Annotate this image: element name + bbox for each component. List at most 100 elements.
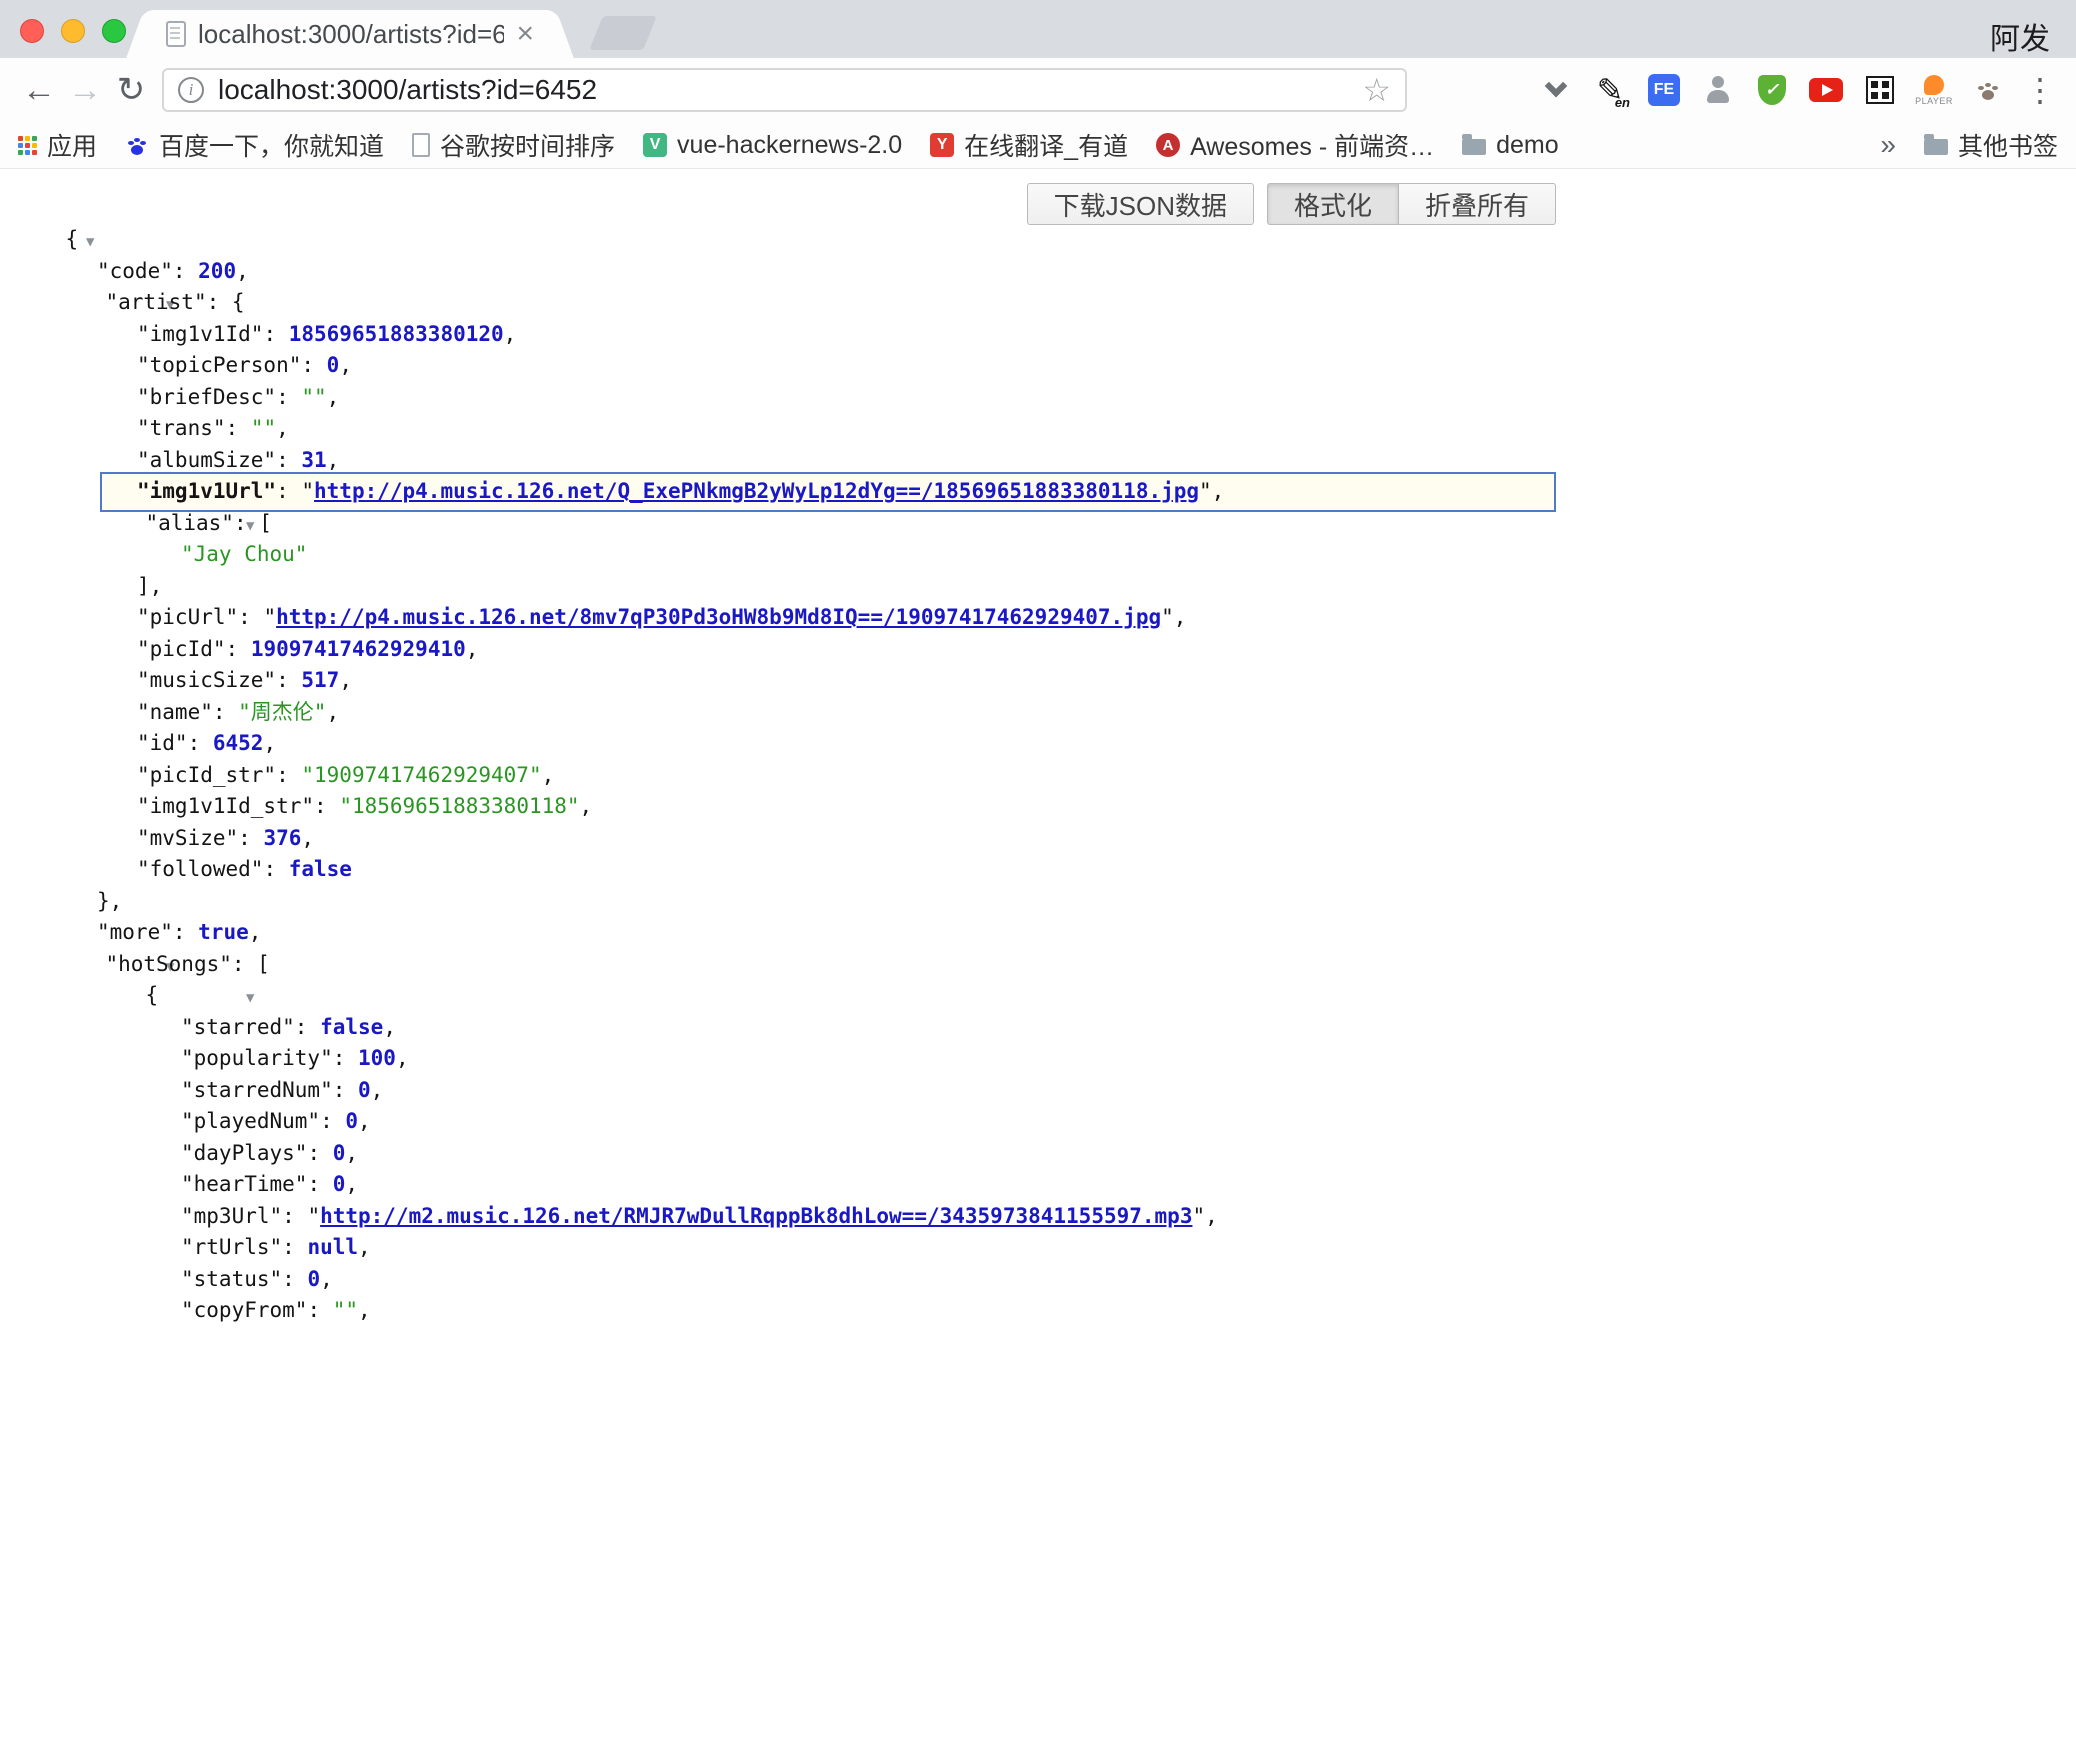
json-key: "hotSongs" (105, 952, 231, 976)
json-key: "albumSize" (137, 448, 276, 472)
json-token: : (282, 1235, 307, 1259)
bookmark-google-sort[interactable]: 谷歌按时间排序 (412, 127, 615, 163)
profile-name[interactable]: 阿发 (1990, 14, 2050, 58)
json-key: "rtUrls" (181, 1235, 282, 1259)
window-minimize-button[interactable] (61, 19, 85, 43)
url-text: localhost:3000/artists?id=6452 (218, 74, 597, 106)
json-line: "starred": false, (0, 1012, 2076, 1044)
extension-icons: en FE PLAYER (1536, 70, 2008, 110)
qr-code-extension-icon[interactable] (1860, 70, 1900, 110)
window-close-button[interactable] (20, 19, 44, 43)
page-info-icon[interactable] (178, 77, 204, 103)
json-token: 0 (333, 1172, 346, 1196)
json-key: "img1v1Id" (137, 322, 263, 346)
json-url-link[interactable]: http://m2.music.126.net/RMJR7wDullRqppBk… (320, 1204, 1192, 1228)
json-token: true (198, 920, 249, 944)
forward-button[interactable] (62, 71, 108, 110)
json-key: "img1v1Url" (137, 479, 276, 503)
format-button[interactable]: 格式化 (1267, 183, 1399, 225)
bookmark-awesomes[interactable]: A Awesomes - 前端资… (1156, 127, 1434, 163)
json-token: , (466, 637, 479, 661)
json-url-link[interactable]: http://p4.music.126.net/Q_ExePNkmgB2yWyL… (314, 479, 1199, 503)
json-line: "img1v1Id_str": "18569651883380118", (0, 791, 2076, 823)
json-key: "mp3Url" (181, 1204, 282, 1228)
json-token: : (301, 353, 326, 377)
shield-extension-icon[interactable] (1752, 70, 1792, 110)
bookmark-demo-folder[interactable]: demo (1462, 131, 1559, 160)
json-token: , (236, 259, 249, 283)
page-favicon-icon (166, 21, 186, 47)
collapse-toggle-icon[interactable]: ▼ (86, 234, 94, 250)
tab-close-icon[interactable] (516, 19, 534, 49)
collapse-all-button[interactable]: 折叠所有 (1399, 183, 1556, 225)
json-key: "code" (97, 259, 173, 283)
bookmark-label: 百度一下，你就知道 (159, 127, 384, 163)
json-token: , (327, 385, 340, 409)
collapse-toggle-icon[interactable]: ▼ (246, 990, 254, 1006)
json-token: ", (1199, 479, 1224, 503)
json-token: 0 (307, 1267, 320, 1291)
browser-toolbar: localhost:3000/artists?id=6452 en FE PLA… (0, 58, 2076, 122)
json-key: "musicSize" (137, 668, 276, 692)
json-line: }, (0, 886, 2076, 918)
json-line: "trans": "", (0, 413, 2076, 445)
json-token: : (276, 448, 301, 472)
new-tab-button[interactable] (589, 16, 657, 50)
reload-button[interactable] (108, 70, 154, 110)
bookmark-star-icon[interactable] (1362, 71, 1391, 109)
json-token: : { (207, 290, 245, 314)
chevron-extension-icon[interactable] (1536, 70, 1576, 110)
json-token: : (307, 1141, 332, 1165)
json-line: "status": 0, (0, 1264, 2076, 1296)
baidu-paw-icon (125, 133, 149, 157)
json-url-link[interactable]: http://p4.music.126.net/8mv7qP30Pd3oHW8b… (276, 605, 1161, 629)
json-token: : " (282, 1204, 320, 1228)
json-key: "topicPerson" (137, 353, 301, 377)
chrome-menu-icon[interactable] (2020, 71, 2060, 109)
player-extension-icon[interactable]: PLAYER (1914, 70, 1954, 110)
json-key: "img1v1Id_str" (137, 794, 314, 818)
bookmark-label: vue-hackernews-2.0 (677, 131, 902, 160)
bookmark-baidu[interactable]: 百度一下，你就知道 (125, 127, 384, 163)
json-token: : (276, 385, 301, 409)
youtube-extension-icon[interactable] (1806, 70, 1846, 110)
json-token: 100 (358, 1046, 396, 1070)
json-token: 0 (358, 1078, 371, 1102)
json-token: , (339, 668, 352, 692)
translate-pen-extension-icon[interactable]: en (1590, 70, 1630, 110)
bookmark-youdao[interactable]: Y 在线翻译_有道 (930, 127, 1128, 163)
json-token: : [ (234, 511, 272, 535)
fe-extension-icon[interactable]: FE (1644, 70, 1684, 110)
people-extension-icon[interactable] (1698, 70, 1738, 110)
window-zoom-button[interactable] (102, 19, 126, 43)
bookmark-vue-hackernews[interactable]: V vue-hackernews-2.0 (643, 131, 902, 160)
bookmarks-overflow-icon[interactable]: » (1880, 129, 1896, 161)
back-button[interactable] (16, 71, 62, 110)
view-mode-segmented-control: 格式化 折叠所有 (1267, 183, 1556, 225)
json-token: , (383, 1015, 396, 1039)
paw-extension-icon[interactable] (1968, 70, 2008, 110)
json-key: "status" (181, 1267, 282, 1291)
address-bar[interactable]: localhost:3000/artists?id=6452 (162, 68, 1407, 112)
json-line-highlighted: "img1v1Url": "http://p4.music.126.net/Q_… (0, 476, 2076, 508)
json-line: ▼"alias": [ (0, 508, 2076, 540)
json-tree: ▼{"code": 200,▼"artist": {"img1v1Id": 18… (0, 169, 2076, 1327)
json-token: , (580, 794, 593, 818)
vue-icon: V (643, 133, 667, 157)
other-bookmarks-folder[interactable]: 其他书签 (1924, 127, 2058, 163)
awesomes-icon: A (1156, 133, 1180, 157)
json-token: , (249, 920, 262, 944)
json-token: null (307, 1235, 358, 1259)
json-token: : (295, 1015, 320, 1039)
json-token: : " (238, 605, 276, 629)
download-json-button[interactable]: 下载JSON数据 (1027, 183, 1254, 225)
json-token: { (65, 227, 78, 251)
browser-tab[interactable]: localhost:3000/artists?id=645 (150, 10, 550, 58)
json-token: 31 (301, 448, 326, 472)
json-token: { (145, 983, 158, 1007)
json-key: "starred" (181, 1015, 295, 1039)
json-token: "" (301, 385, 326, 409)
json-key: "picId_str" (137, 763, 276, 787)
bookmark-apps[interactable]: 应用 (18, 127, 97, 163)
json-key: "starredNum" (181, 1078, 333, 1102)
